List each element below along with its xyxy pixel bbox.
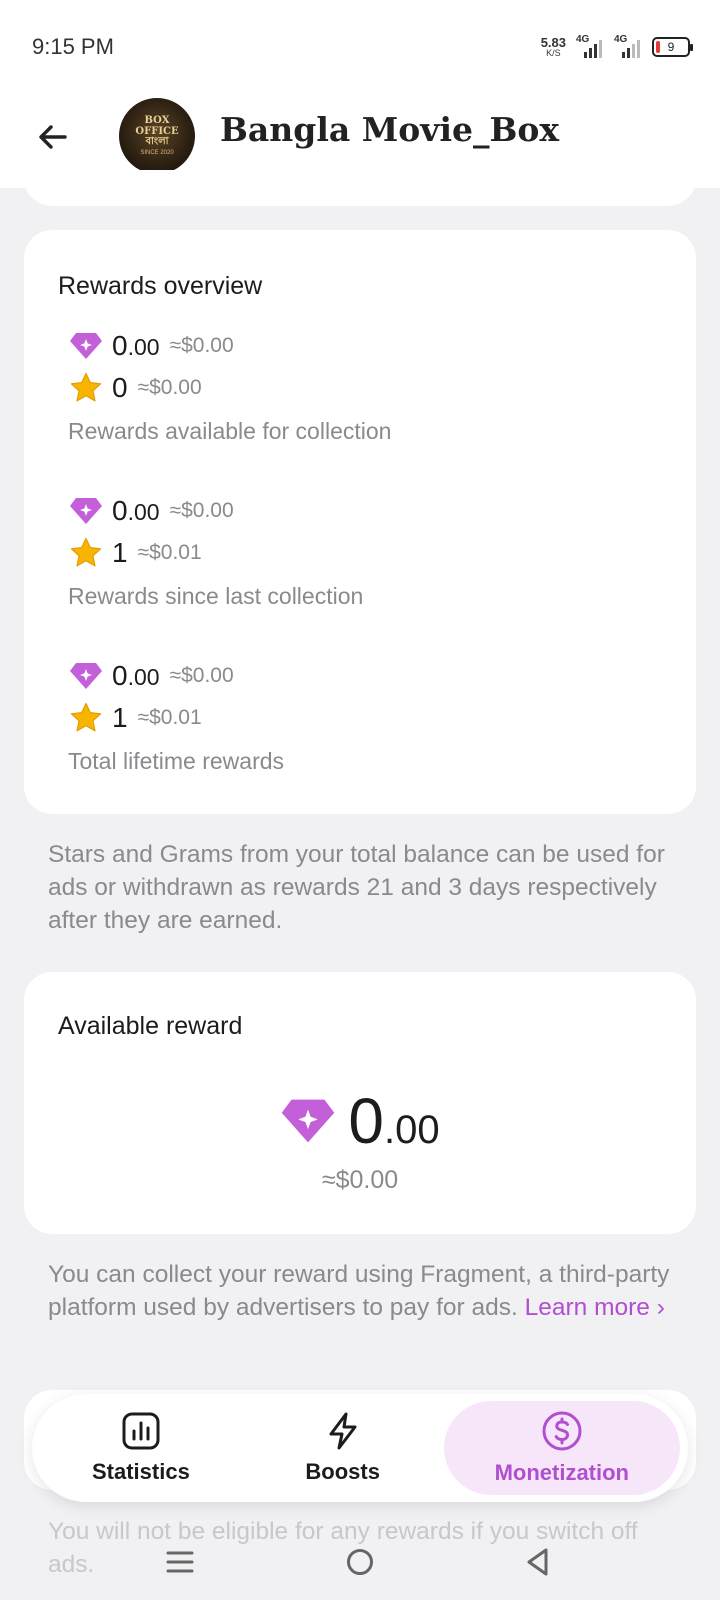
signal-sim2-icon: 4G bbox=[614, 34, 642, 58]
learn-more-link[interactable]: Learn more › bbox=[525, 1294, 665, 1321]
home-circle-icon bbox=[347, 1549, 373, 1575]
bottom-tab-bar: Statistics Boosts Monetization bbox=[32, 1394, 688, 1502]
rewards-overview-title: Rewards overview bbox=[58, 272, 263, 300]
grams-usd: ≈$0.00 bbox=[169, 334, 234, 357]
triangle-back-icon bbox=[527, 1548, 548, 1576]
tab-boosts[interactable]: Boosts bbox=[242, 1401, 444, 1495]
back-arrow-icon bbox=[39, 125, 67, 149]
grams-usd: ≈$0.00 bbox=[169, 499, 234, 522]
recents-button[interactable] bbox=[160, 1542, 200, 1582]
grams-amount: 0.00 bbox=[112, 495, 160, 526]
tab-label: Monetization bbox=[494, 1460, 629, 1485]
home-button[interactable] bbox=[340, 1542, 380, 1582]
bar-chart-icon bbox=[122, 1412, 160, 1450]
rewards-overview-card: Rewards overview 0.00 ≈$0.00 0 ≈$0.00 Re… bbox=[24, 230, 696, 814]
grams-usd: ≈$0.00 bbox=[169, 664, 234, 687]
reward-group-available: 0.00 ≈$0.00 0 ≈$0.00 Rewards available f… bbox=[68, 326, 391, 445]
available-reward-title: Available reward bbox=[58, 1012, 243, 1040]
reward-group-since-last: 0.00 ≈$0.00 1 ≈$0.01 Rewards since last … bbox=[68, 491, 363, 610]
stars-usd: ≈$0.00 bbox=[137, 376, 202, 399]
available-reward-usd: ≈$0.00 bbox=[321, 1166, 399, 1194]
tab-monetization[interactable]: Monetization bbox=[443, 1401, 680, 1495]
grams-row: 0.00 ≈$0.00 bbox=[68, 656, 284, 696]
lightning-icon bbox=[329, 1412, 357, 1450]
fragment-note: You can collect your reward using Fragme… bbox=[48, 1258, 678, 1324]
star-icon bbox=[68, 372, 104, 404]
network-speed: 5.83 K/S bbox=[541, 36, 566, 58]
stars-amount: 1 bbox=[112, 702, 128, 733]
sim2-label: 4G bbox=[614, 34, 628, 45]
reward-group-description: Rewards available for collection bbox=[68, 418, 392, 444]
star-icon bbox=[68, 702, 104, 734]
reward-group-description: Rewards since last collection bbox=[68, 583, 364, 609]
menu-icon bbox=[166, 1551, 194, 1573]
stars-amount: 0 bbox=[112, 372, 128, 403]
stars-usd: ≈$0.01 bbox=[137, 706, 202, 729]
available-reward-amount: 0.00 bbox=[24, 1084, 696, 1158]
grams-amount: 0.00 bbox=[112, 330, 160, 361]
battery-icon: 9 bbox=[652, 37, 693, 57]
avatar-text-4: SINCE 2020 bbox=[140, 149, 174, 156]
status-time: 9:15 PM bbox=[32, 34, 114, 59]
previous-card-bottom bbox=[24, 170, 696, 206]
signal-sim1-icon: 4G bbox=[576, 34, 604, 58]
network-speed-unit: K/S bbox=[546, 48, 561, 58]
stars-usd: ≈$0.01 bbox=[137, 541, 202, 564]
back-nav-button[interactable] bbox=[518, 1542, 558, 1582]
sim1-label: 4G bbox=[576, 34, 590, 45]
grams-amount: 0.00 bbox=[112, 660, 160, 691]
reward-group-description: Total lifetime rewards bbox=[68, 748, 285, 774]
back-button[interactable] bbox=[30, 114, 76, 160]
tab-label: Boosts bbox=[305, 1459, 380, 1484]
tab-label: Statistics bbox=[91, 1459, 190, 1484]
gem-icon bbox=[68, 330, 104, 362]
grams-row: 0.00 ≈$0.00 bbox=[68, 491, 363, 531]
reward-group-lifetime: 0.00 ≈$0.00 1 ≈$0.01 Total lifetime rewa… bbox=[68, 656, 284, 775]
channel-avatar[interactable]: BOX OFFICE বাংলা SINCE 2020 bbox=[119, 98, 195, 174]
stars-amount: 1 bbox=[112, 537, 128, 568]
available-reward-card: Available reward 0.00 ≈$0.00 bbox=[24, 972, 696, 1234]
status-bar: 9:15 PM 5.83 K/S 4G 4G 9 bbox=[0, 0, 720, 92]
star-icon bbox=[68, 537, 104, 569]
battery-level: 9 bbox=[667, 40, 675, 54]
available-reward-value: 0.00 bbox=[348, 1085, 440, 1157]
gem-icon bbox=[68, 660, 104, 692]
avatar-text-3: বাংলা bbox=[145, 136, 169, 148]
gem-icon bbox=[68, 495, 104, 527]
gem-icon bbox=[282, 1099, 335, 1143]
stars-row: 1 ≈$0.01 bbox=[68, 698, 284, 738]
balance-note: Stars and Grams from your total balance … bbox=[48, 841, 665, 934]
dollar-circle-icon bbox=[542, 1411, 582, 1451]
tab-statistics[interactable]: Statistics bbox=[40, 1401, 242, 1495]
grams-row: 0.00 ≈$0.00 bbox=[68, 326, 391, 366]
stars-row: 0 ≈$0.00 bbox=[68, 368, 391, 408]
stars-row: 1 ≈$0.01 bbox=[68, 533, 363, 573]
system-nav-bar bbox=[0, 1530, 720, 1600]
channel-title[interactable]: Bangla Movie_Box bbox=[220, 110, 559, 149]
status-indicators: 5.83 K/S 4G 4G 9 bbox=[541, 34, 693, 60]
